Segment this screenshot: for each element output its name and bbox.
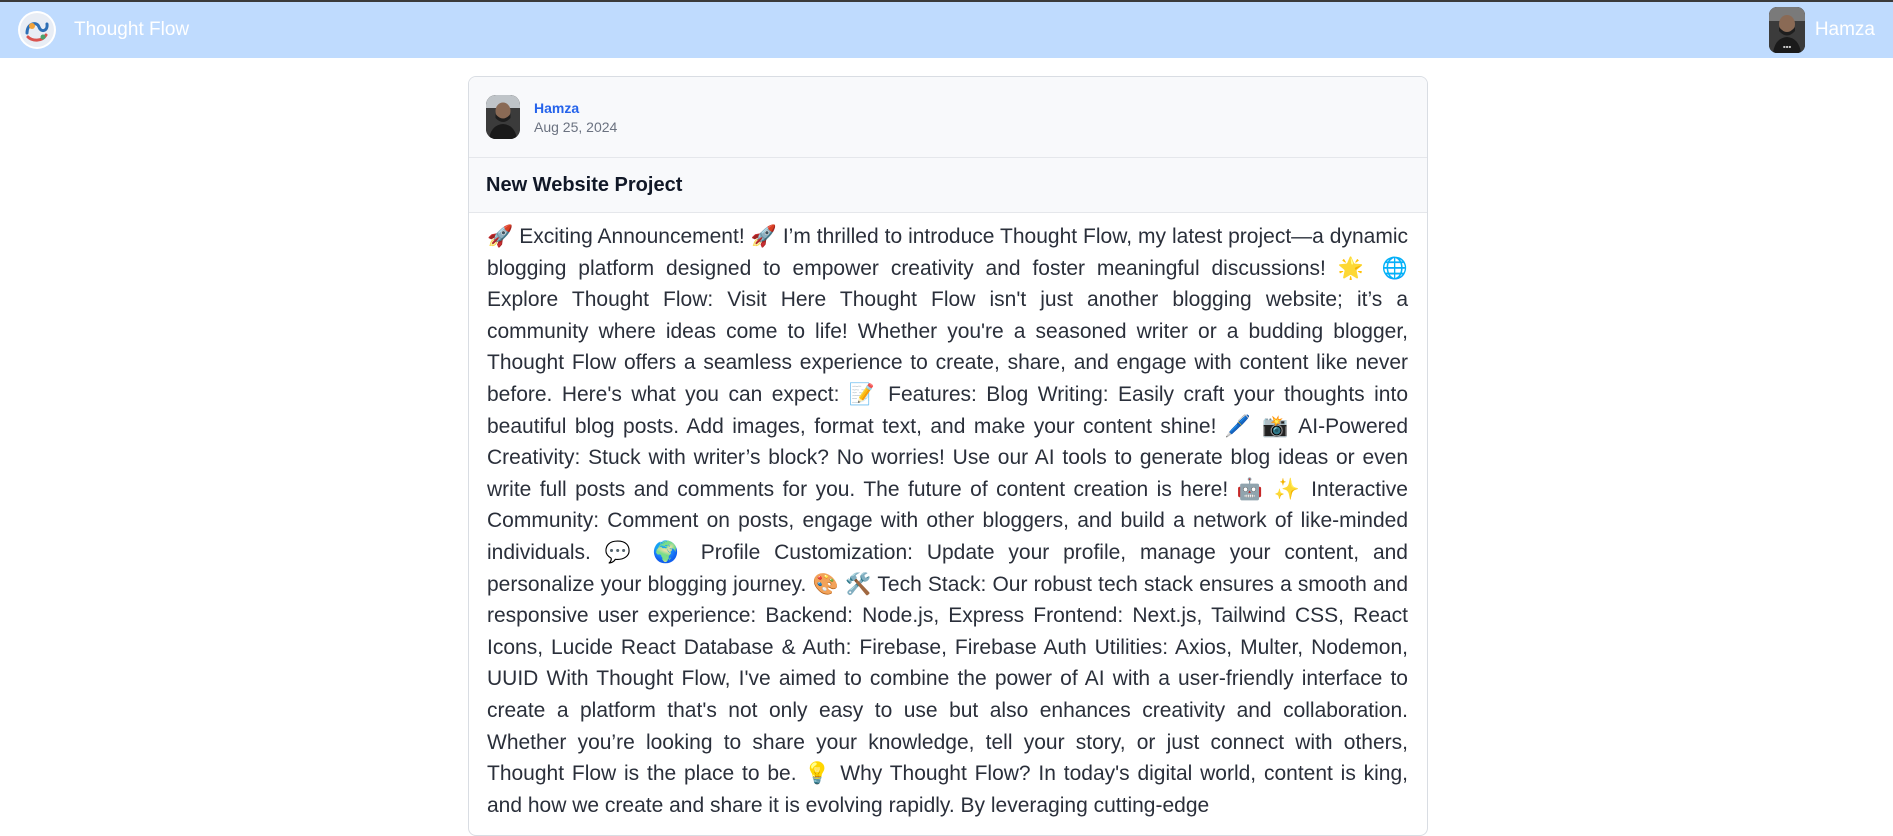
post-header: Hamza Aug 25, 2024 [469, 77, 1427, 158]
brand-name[interactable]: Thought Flow [74, 19, 189, 41]
post-date: Aug 25, 2024 [534, 118, 618, 135]
svg-text:▪▪▪: ▪▪▪ [1783, 44, 1791, 49]
author-name-link[interactable]: Hamza [534, 100, 617, 116]
post-card: Hamza Aug 25, 2024 New Website Project 🚀… [468, 76, 1428, 836]
author-meta: Hamza Aug 25, 2024 [534, 100, 617, 135]
user-avatar[interactable]: ▪▪▪ [1768, 7, 1805, 53]
post-title-bar: New Website Project [469, 158, 1427, 213]
thought-flow-logo-icon[interactable] [18, 11, 56, 49]
author-avatar[interactable] [486, 95, 520, 139]
post-body: 🚀 Exciting Announcement! 🚀 I’m thrilled … [487, 225, 1408, 817]
user-menu[interactable]: ▪▪▪ Hamza [1768, 7, 1875, 53]
post-title: New Website Project [486, 173, 683, 196]
post-body-container: 🚀 Exciting Announcement! 🚀 I’m thrilled … [469, 213, 1427, 821]
navbar: Thought Flow ▪▪▪ Hamza [0, 2, 1893, 58]
brand[interactable]: Thought Flow [18, 11, 189, 49]
nav-username[interactable]: Hamza [1815, 19, 1875, 41]
